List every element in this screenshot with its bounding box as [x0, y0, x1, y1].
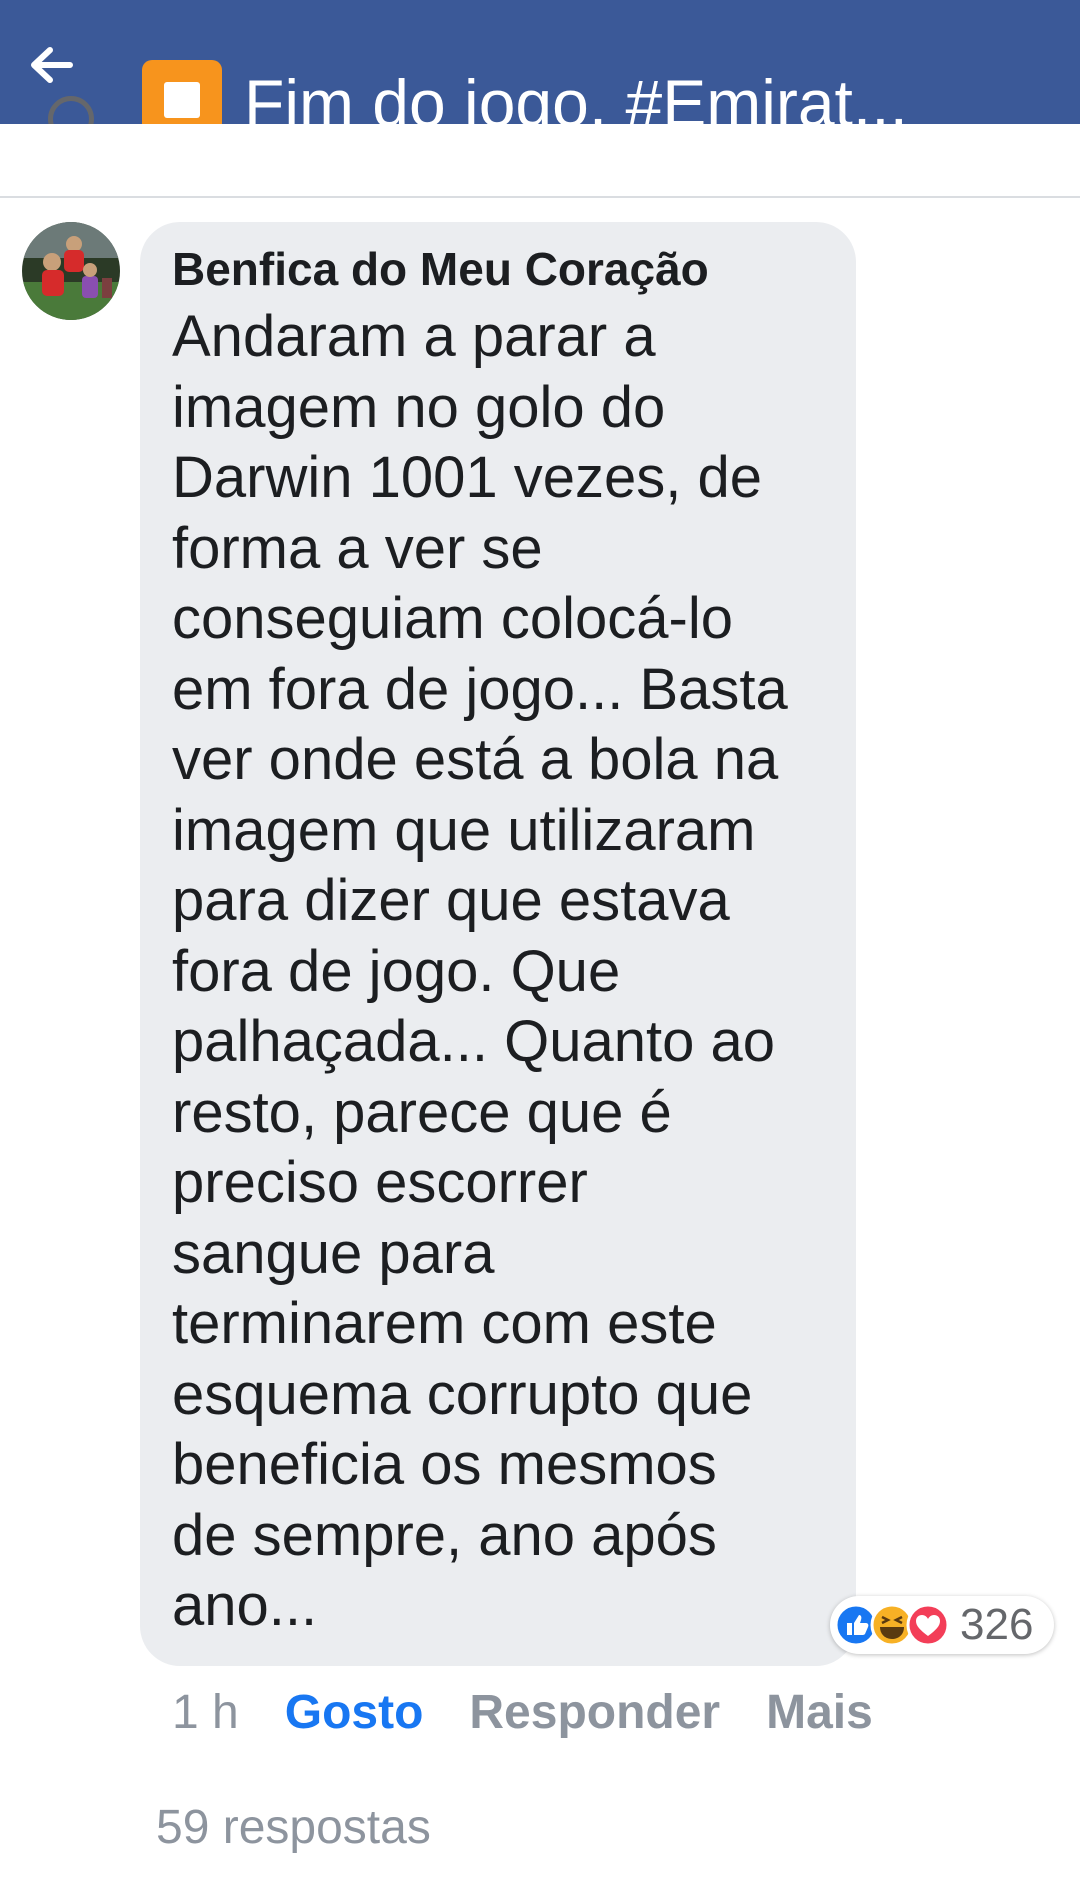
partial-circle-icon: [48, 96, 94, 124]
reaction-icons: [834, 1603, 950, 1647]
haha-icon: [870, 1603, 914, 1647]
divider: [0, 196, 1080, 198]
view-replies-link[interactable]: 59 respostas: [156, 1800, 431, 1855]
arrow-left-icon: [31, 47, 73, 83]
page-title: Fim do jogo. #Emirat...: [244, 66, 908, 124]
like-icon: [834, 1603, 878, 1647]
reply-button[interactable]: Responder: [469, 1685, 720, 1740]
reactions-summary[interactable]: 326: [830, 1596, 1054, 1654]
comment-bubble: Benfica do Meu Coração Andaram a parar a…: [140, 222, 856, 1666]
avatar-photo: [22, 222, 120, 320]
back-button[interactable]: [26, 40, 82, 90]
timestamp: 1 h: [172, 1685, 239, 1739]
comment-text: Andaram a parar a imagem no golo do Darw…: [172, 304, 788, 1638]
like-button[interactable]: Gosto: [285, 1685, 424, 1740]
love-icon: [906, 1603, 950, 1647]
author-name[interactable]: Benfica do Meu Coração: [172, 236, 824, 302]
top-bar: Fim do jogo. #Emirat...: [0, 0, 1080, 124]
avatar[interactable]: [22, 222, 120, 320]
reaction-count: 326: [960, 1600, 1034, 1649]
stop-button-emoji-icon: [142, 60, 222, 124]
comment-actions: 1 h Gosto Responder Mais: [172, 1682, 873, 1742]
more-button[interactable]: Mais: [766, 1685, 873, 1740]
